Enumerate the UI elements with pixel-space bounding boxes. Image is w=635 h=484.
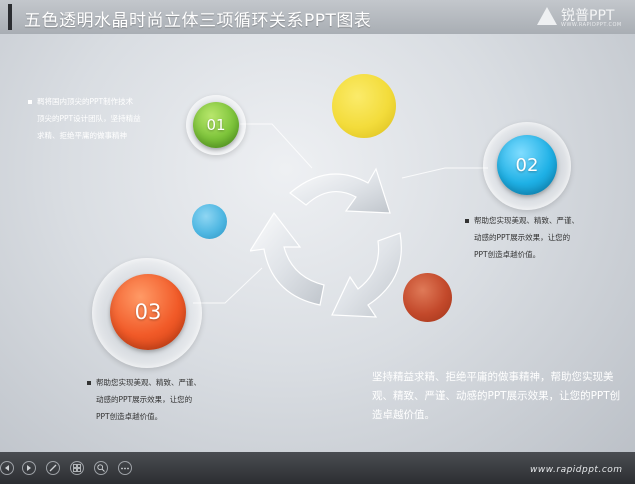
previous-slide-button[interactable] (0, 461, 14, 475)
text-line: 动感的PPT展示效果，让您的 (465, 229, 630, 246)
website-url: www.rapidppt.com (530, 465, 623, 475)
arrow-right (331, 232, 402, 318)
circle-01-number: 01 (206, 116, 226, 134)
arrow-left (250, 211, 325, 306)
text-line-content: PPT创造卓越价值。 (96, 412, 163, 421)
bullet-icon (87, 381, 91, 385)
text-line: PPT创造卓越价值。 (465, 246, 630, 263)
text-line-content: 动感的PPT展示效果，让您的 (474, 233, 571, 242)
magnifier-icon (97, 464, 105, 472)
arrow-top (289, 167, 391, 214)
blue-ball (192, 204, 227, 239)
red-ball (403, 273, 452, 322)
pen-icon (49, 464, 57, 472)
more-options-button[interactable] (118, 461, 132, 475)
text-line: 求精、拒绝平庸的做事精神 (28, 127, 188, 144)
pen-tool-button[interactable] (46, 461, 60, 475)
arrow-left-icon (5, 465, 9, 471)
text-line: 帮助您实现美观、精致、严谨、 (87, 374, 252, 391)
text-line: PPT创造卓越价值。 (87, 408, 252, 425)
text-line-content: 帮助您实现美观、精致、严谨、 (96, 378, 201, 387)
bullet-icon (28, 100, 32, 104)
slide-canvas: 五色透明水晶时尚立体三项循环关系PPT图表 锐普PPT WWW.RAPIDPPT… (0, 0, 635, 452)
yellow-ball (332, 74, 396, 138)
cycle-arrows-icon (250, 167, 402, 318)
circle-03-number: 03 (134, 300, 162, 324)
text-block-top-left: 羁将国内顶尖的PPT制作技术 顶尖的PPT设计团队，坚持精益 求精、拒绝平庸的做… (28, 93, 188, 144)
text-line-content: 帮助您实现美观、精致、严谨、 (474, 216, 579, 225)
text-line-content: 顶尖的PPT设计团队，坚持精益 (37, 114, 141, 123)
text-line: 动感的PPT展示效果，让您的 (87, 391, 252, 408)
arrow-right-icon (27, 465, 31, 471)
text-block-right: 帮助您实现美观、精致、严谨、 动感的PPT展示效果，让您的 PPT创造卓越价值。 (465, 212, 630, 263)
text-line: 帮助您实现美观、精致、严谨、 (465, 212, 630, 229)
more-dots-icon (121, 467, 129, 469)
zoom-button[interactable] (94, 461, 108, 475)
circle-02-number: 02 (515, 154, 539, 176)
circle-01: 01 (193, 102, 239, 148)
main-description: 坚持精益求精、拒绝平庸的做事精神，帮助您实现美观、精致、严谨、动感的PPT展示效… (372, 371, 621, 421)
circle-02: 02 (497, 135, 557, 195)
text-line-content: 羁将国内顶尖的PPT制作技术 (37, 97, 134, 106)
slide-sorter-button[interactable] (70, 461, 84, 475)
grid-icon (73, 464, 81, 472)
bullet-icon (465, 219, 469, 223)
next-slide-button[interactable] (22, 461, 36, 475)
text-line: 羁将国内顶尖的PPT制作技术 (28, 93, 188, 110)
text-block-bottom-left: 帮助您实现美观、精致、严谨、 动感的PPT展示效果，让您的 PPT创造卓越价值。 (87, 374, 252, 425)
circle-03: 03 (110, 274, 186, 350)
text-line-content: PPT创造卓越价值。 (474, 250, 541, 259)
text-line-content: 求精、拒绝平庸的做事精神 (37, 131, 127, 140)
text-line: 顶尖的PPT设计团队，坚持精益 (28, 110, 188, 127)
text-line-content: 动感的PPT展示效果，让您的 (96, 395, 193, 404)
